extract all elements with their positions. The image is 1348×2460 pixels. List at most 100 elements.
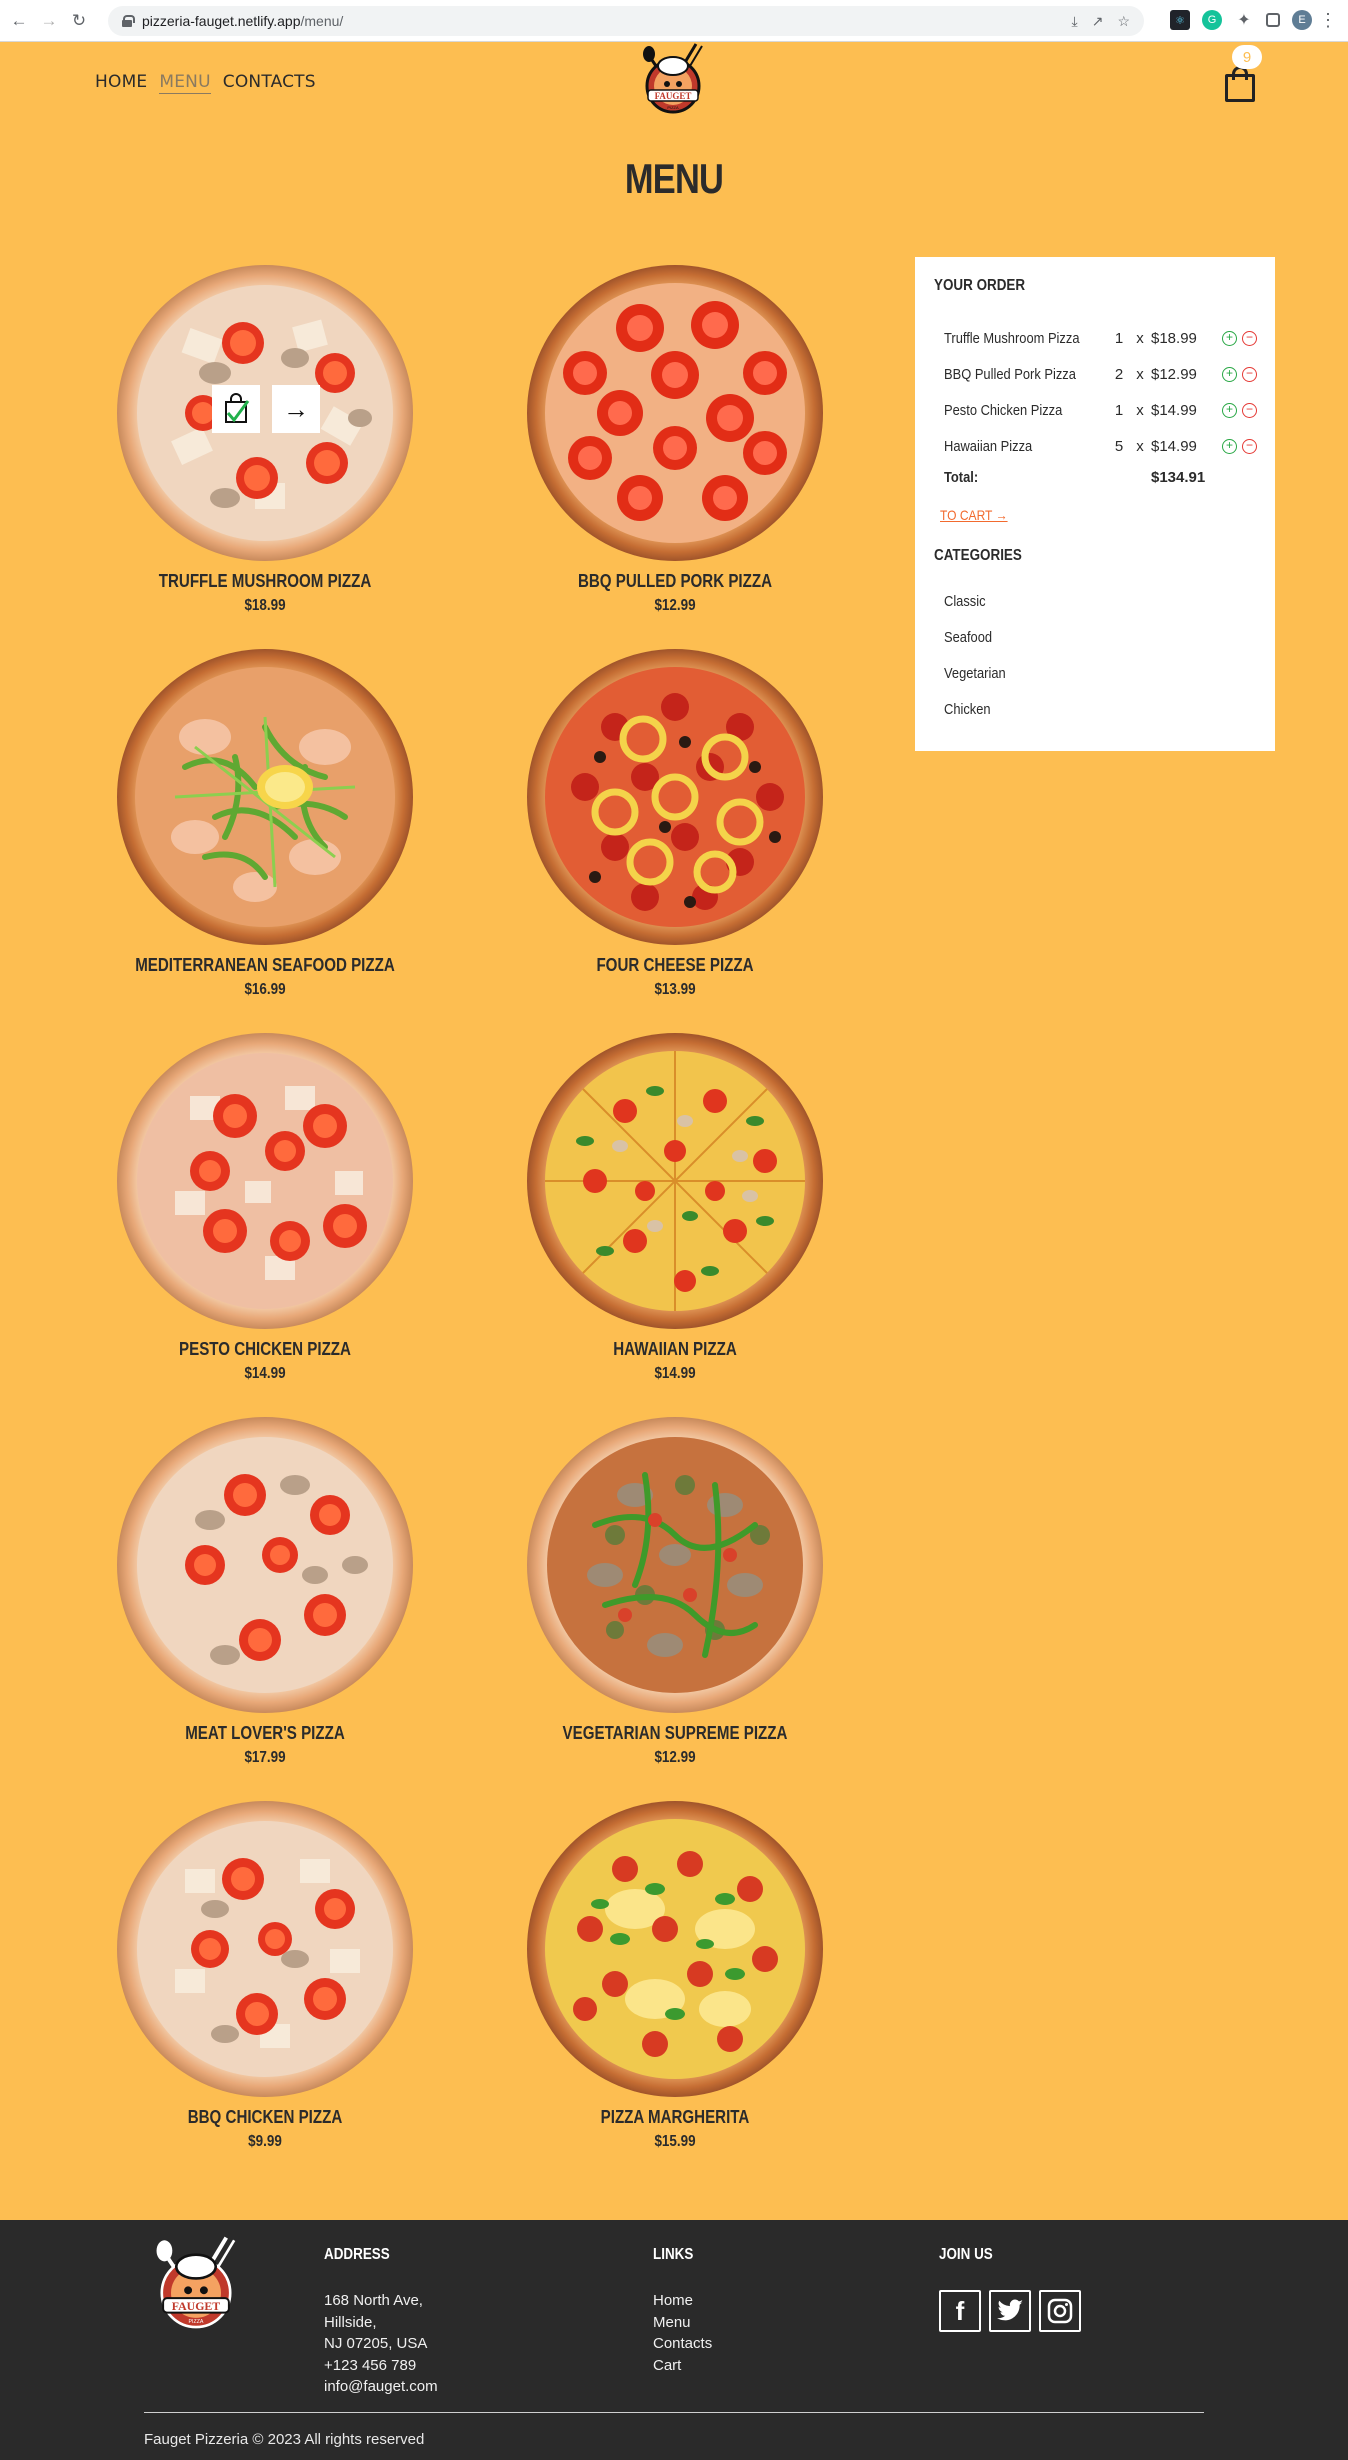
order-item-times: x xyxy=(1136,437,1144,455)
order-item-name: Pesto Chicken Pizza xyxy=(944,401,1063,419)
bbq-chicken-pizza-image[interactable] xyxy=(115,1799,415,2099)
footer-address: ADDRESS 168 North Ave, Hillside, NJ 0720… xyxy=(324,2246,438,2398)
nav-menu[interactable]: MENU xyxy=(159,72,211,94)
facebook-icon[interactable]: f xyxy=(939,2290,981,2332)
footer-link-menu[interactable]: Menu xyxy=(653,2312,712,2334)
copyright-text: Fauget Pizzeria © 2023 All rights reserv… xyxy=(144,2431,425,2448)
product-card[interactable]: VEGETARIAN SUPREME PIZZA $12.99 xyxy=(470,1407,880,1791)
twitter-icon[interactable] xyxy=(989,2290,1031,2332)
increase-qty-icon[interactable]: + xyxy=(1222,366,1237,382)
product-card[interactable]: PESTO CHICKEN PIZZA $14.99 xyxy=(60,1023,470,1407)
decrease-qty-icon[interactable]: − xyxy=(1242,438,1257,454)
product-card[interactable]: BBQ PULLED PORK PIZZA $12.99 xyxy=(470,255,880,639)
vegetarian-supreme-pizza-image[interactable] xyxy=(525,1415,825,1715)
back-icon[interactable]: ← xyxy=(8,10,30,32)
product-price: $17.99 xyxy=(244,1749,286,1766)
view-details-button[interactable]: → xyxy=(272,385,320,433)
product-card[interactable]: MEDITERRANEAN SEAFOOD PIZZA $16.99 xyxy=(60,639,470,1023)
nav-home[interactable]: HOME xyxy=(95,72,147,94)
footer-links: LINKS Home Menu Contacts Cart xyxy=(653,2246,712,2376)
category-chicken[interactable]: Chicken xyxy=(944,701,991,718)
url-path: /menu/ xyxy=(300,13,344,29)
to-cart-link[interactable]: TO CART → xyxy=(940,507,1008,523)
footer-link-cart[interactable]: Cart xyxy=(653,2355,712,2377)
cart-button[interactable] xyxy=(1222,64,1258,104)
footer-social: JOIN US f xyxy=(939,2246,1081,2332)
pizza-margherita-image[interactable] xyxy=(525,1799,825,2099)
address-heading: ADDRESS xyxy=(324,2246,390,2263)
footer-logo[interactable]: FAUGET PIZZA xyxy=(141,2235,251,2335)
nav-contacts[interactable]: CONTACTS xyxy=(223,72,316,94)
increase-qty-icon[interactable]: + xyxy=(1222,402,1237,418)
product-price: $18.99 xyxy=(244,597,286,614)
decrease-qty-icon[interactable]: − xyxy=(1242,330,1257,346)
order-item: Hawaiian Pizza 5 x $14.99 + − xyxy=(944,435,1264,457)
product-card[interactable]: MEAT LOVER'S PIZZA $17.99 xyxy=(60,1407,470,1791)
profile-avatar[interactable]: E xyxy=(1292,10,1312,30)
hawaiian-pizza-image[interactable] xyxy=(525,1031,825,1331)
bookmark-star-icon[interactable]: ☆ xyxy=(1117,13,1130,30)
order-item: BBQ Pulled Pork Pizza 2 x $12.99 + − xyxy=(944,363,1264,385)
product-price: $12.99 xyxy=(654,1749,696,1766)
browser-toolbar: ← → ↻ pizzeria-fauget.netlify.app/menu/ … xyxy=(0,0,1348,42)
page-title: MENU xyxy=(624,155,724,202)
meat-lovers-pizza-image[interactable] xyxy=(115,1415,415,1715)
links-heading: LINKS xyxy=(653,2246,694,2263)
share-icon[interactable]: ↗ xyxy=(1092,13,1104,30)
increase-qty-icon[interactable]: + xyxy=(1222,330,1237,346)
add-to-cart-button[interactable] xyxy=(212,385,260,433)
grammarly-icon[interactable]: G xyxy=(1202,10,1222,30)
url-domain: pizzeria-fauget.netlify.app xyxy=(142,13,301,29)
extensions-puzzle-icon[interactable]: ✦ xyxy=(1234,10,1254,30)
product-card[interactable]: → TRUFFLE MUSHROOM PIZZA $18.99 xyxy=(60,255,470,639)
order-item-price: $14.99 xyxy=(1151,401,1197,419)
product-price: $16.99 xyxy=(244,981,286,998)
forward-icon[interactable]: → xyxy=(38,10,60,32)
footer-link-home[interactable]: Home xyxy=(653,2290,712,2312)
decrease-qty-icon[interactable]: − xyxy=(1242,402,1257,418)
instagram-icon[interactable] xyxy=(1039,2290,1081,2332)
react-devtools-icon[interactable]: ⚛ xyxy=(1170,10,1190,30)
mediterranean-seafood-pizza-image[interactable] xyxy=(115,647,415,947)
product-name: BBQ PULLED PORK PIZZA xyxy=(577,571,773,591)
email-address[interactable]: info@fauget.com xyxy=(324,2376,438,2398)
menu-dots-icon[interactable]: ⋮ xyxy=(1319,10,1337,30)
four-cheese-pizza-image[interactable] xyxy=(525,647,825,947)
pesto-chicken-pizza-image[interactable] xyxy=(115,1031,415,1331)
product-name: PIZZA MARGHERITA xyxy=(600,2107,750,2127)
address-line: NJ 07205, USA xyxy=(324,2335,428,2352)
increase-qty-icon[interactable]: + xyxy=(1222,438,1237,454)
product-price: $13.99 xyxy=(654,981,696,998)
main-nav: HOME MENU CONTACTS xyxy=(95,72,316,94)
category-vegetarian[interactable]: Vegetarian xyxy=(944,665,1006,682)
install-icon[interactable]: ⤓ xyxy=(1072,13,1078,30)
product-price: $14.99 xyxy=(244,1365,286,1382)
product-name: MEDITERRANEAN SEAFOOD PIZZA xyxy=(135,955,395,975)
logo-subtext: PIZZA xyxy=(667,105,679,110)
decrease-qty-icon[interactable]: − xyxy=(1242,366,1257,382)
address-bar[interactable]: pizzeria-fauget.netlify.app/menu/ ⤓ ↗ ☆ xyxy=(108,6,1144,36)
fauget-logo[interactable]: FAUGET PIZZA xyxy=(632,42,714,118)
address-line: Hillside, xyxy=(324,2313,377,2331)
logo-text: FAUGET xyxy=(655,91,692,101)
product-card[interactable]: FOUR CHEESE PIZZA $13.99 xyxy=(470,639,880,1023)
order-item-qty: 1 xyxy=(1114,329,1124,347)
product-card[interactable]: BBQ CHICKEN PIZZA $9.99 xyxy=(60,1791,470,2175)
product-card[interactable]: HAWAIIAN PIZZA $14.99 xyxy=(470,1023,880,1407)
product-price: $12.99 xyxy=(654,597,696,614)
product-name: PESTO CHICKEN PIZZA xyxy=(179,1339,351,1359)
product-price: $15.99 xyxy=(654,2133,696,2150)
order-item-times: x xyxy=(1136,365,1144,383)
order-item-qty: 5 xyxy=(1114,437,1124,455)
bbq-pulled-pork-pizza-image[interactable] xyxy=(525,263,825,563)
reload-icon[interactable]: ↻ xyxy=(68,10,90,32)
footer-link-contacts[interactable]: Contacts xyxy=(653,2333,712,2355)
side-panel-icon[interactable] xyxy=(1266,13,1280,27)
product-name: FOUR CHEESE PIZZA xyxy=(596,955,754,975)
product-name: HAWAIIAN PIZZA xyxy=(613,1339,737,1359)
product-card[interactable]: PIZZA MARGHERITA $15.99 xyxy=(470,1791,880,2175)
order-item-price: $12.99 xyxy=(1151,365,1197,383)
order-item-name: Hawaiian Pizza xyxy=(944,437,1033,455)
category-seafood[interactable]: Seafood xyxy=(944,629,992,646)
category-classic[interactable]: Classic xyxy=(944,593,986,610)
